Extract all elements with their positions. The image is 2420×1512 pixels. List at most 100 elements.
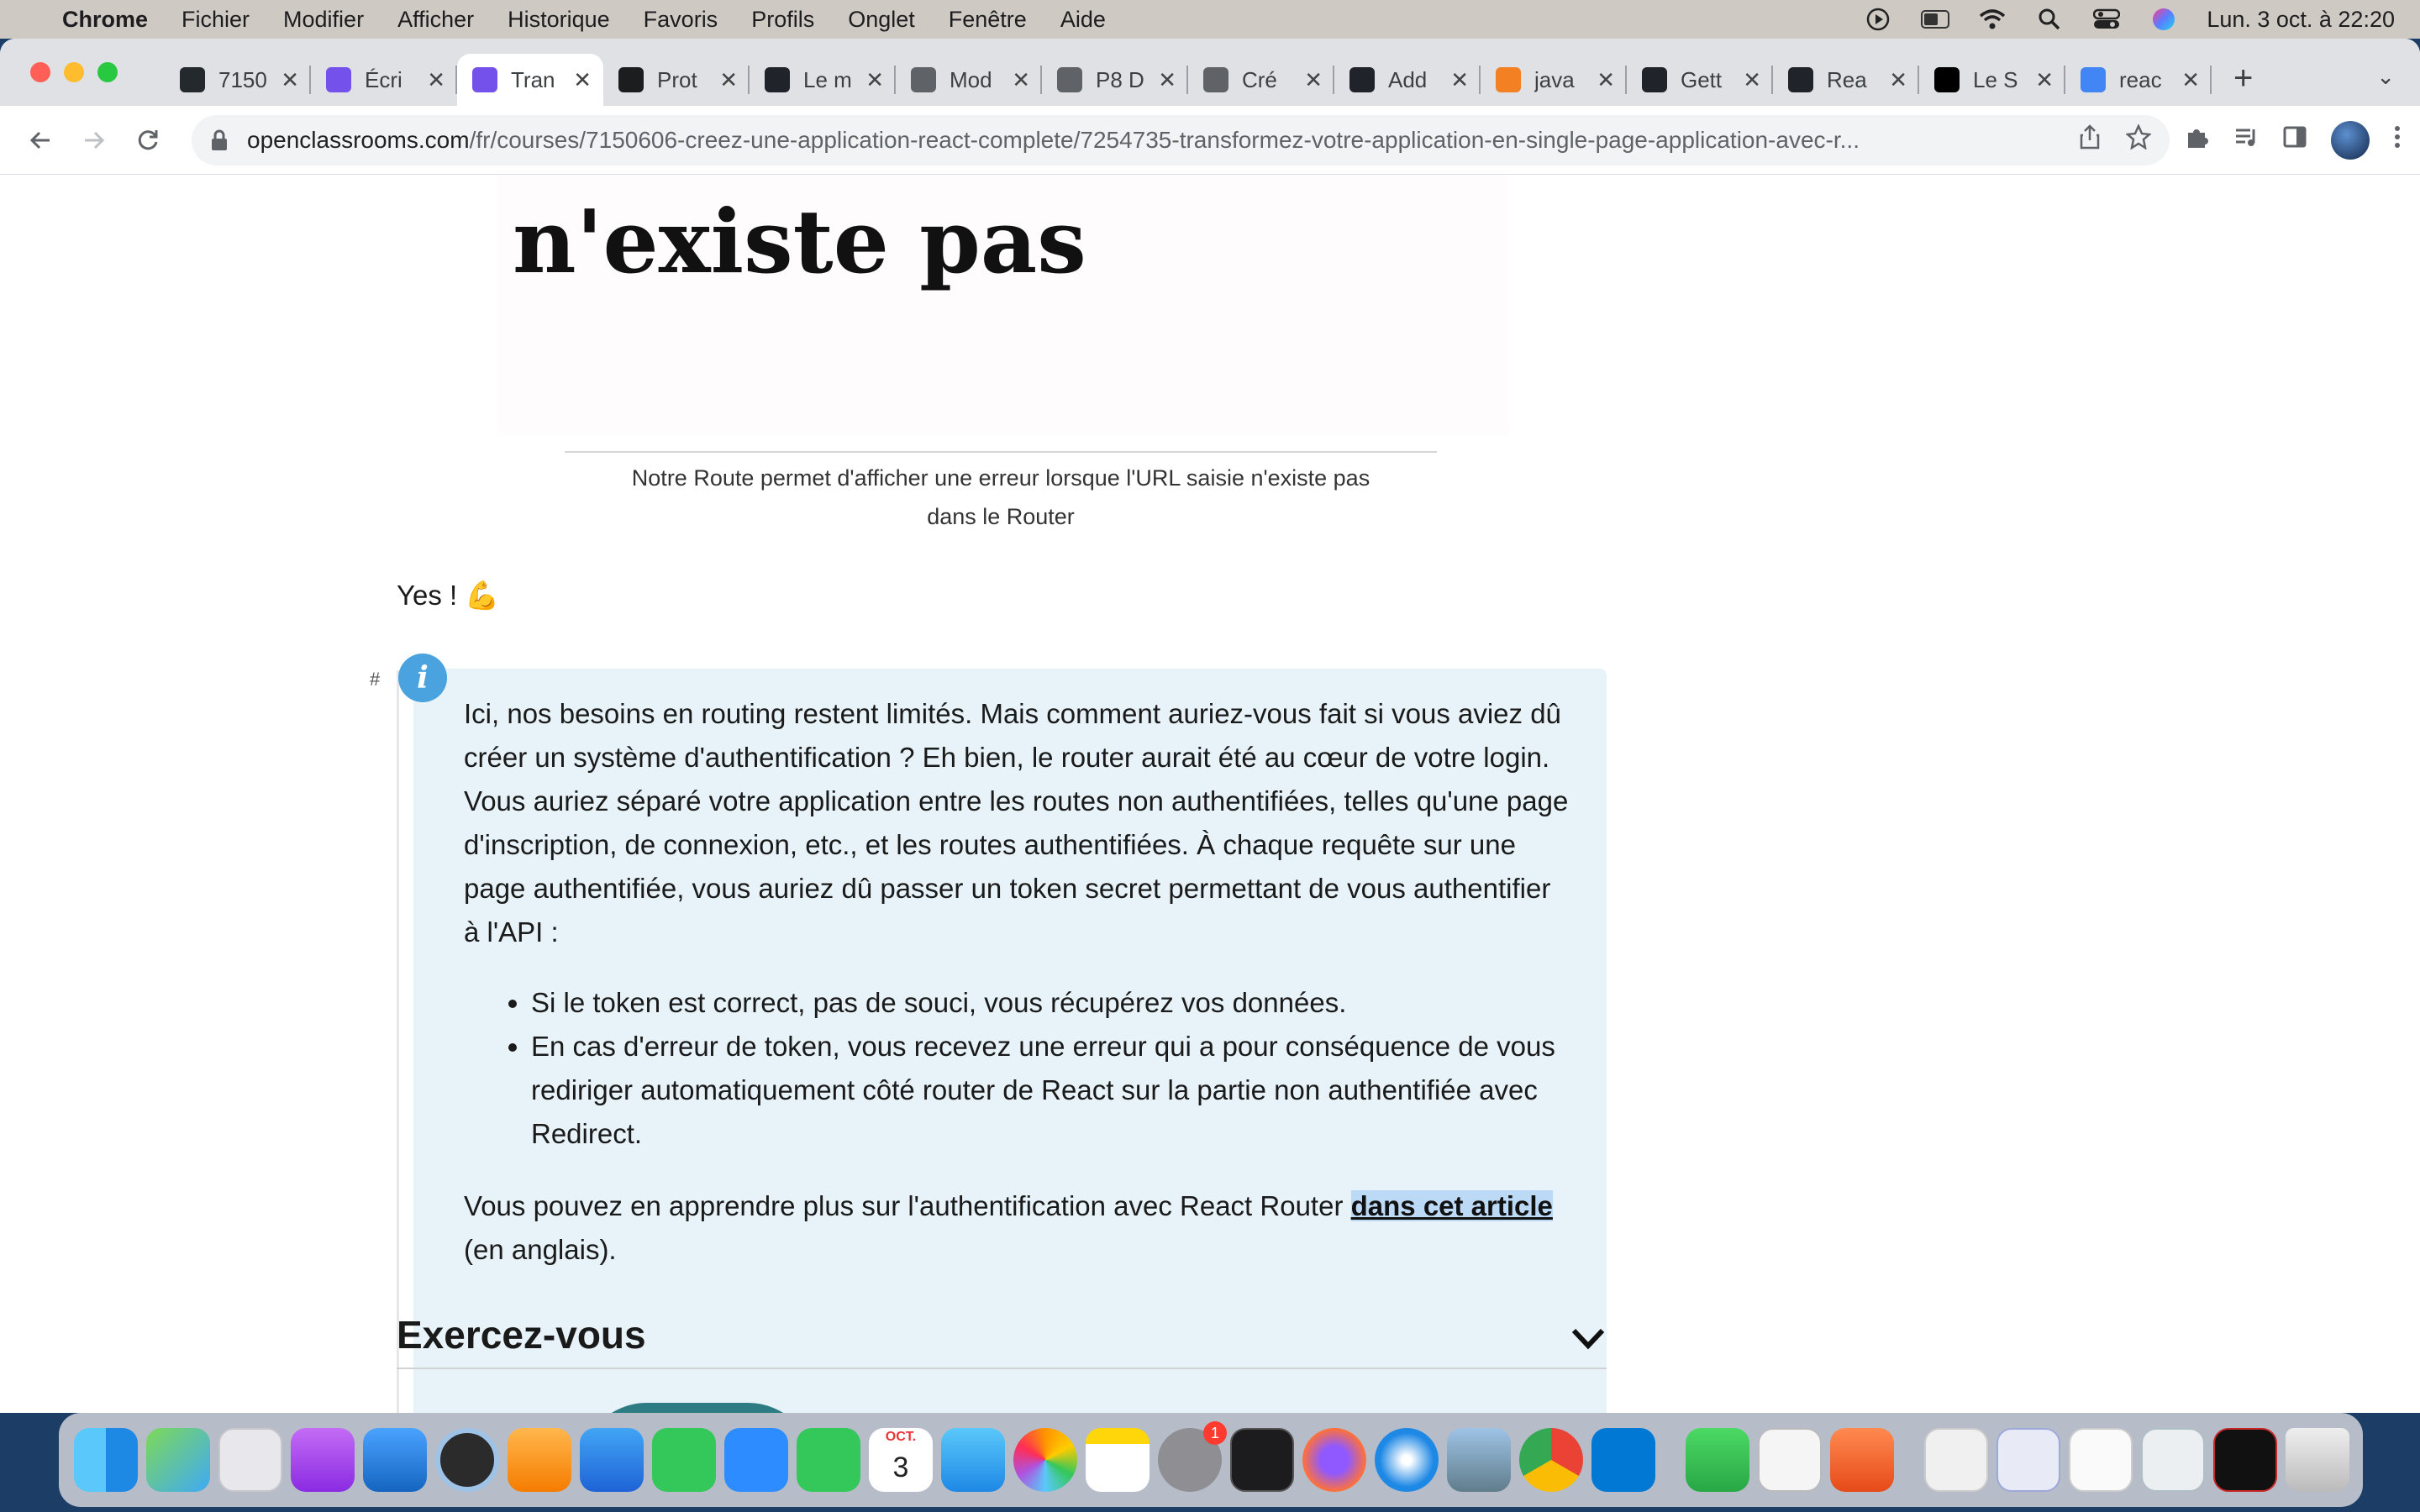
notes-icon[interactable] <box>1086 1428 1150 1492</box>
system-preferences-icon[interactable]: 1 <box>1158 1421 1227 1492</box>
browser-tab[interactable]: Le S ✕ <box>1919 54 2065 106</box>
close-tab-icon[interactable]: ✕ <box>281 67 299 93</box>
textedit-icon[interactable] <box>1758 1428 1822 1492</box>
pages-icon[interactable] <box>508 1428 571 1492</box>
facetime-icon[interactable] <box>652 1428 716 1492</box>
browser-tab[interactable]: Rea ✕ <box>1773 54 1919 106</box>
chevron-down-icon[interactable] <box>1570 1326 1607 1352</box>
media-queue-icon[interactable] <box>2233 124 2259 156</box>
extensions-puzzle-icon[interactable] <box>2185 124 2210 156</box>
browser-tab[interactable]: Add ✕ <box>1334 54 1481 106</box>
address-bar[interactable]: openclassrooms.com/fr/courses/7150606-cr… <box>192 114 2170 165</box>
keynote-icon[interactable] <box>363 1428 427 1492</box>
browser-tab[interactable]: Mod ✕ <box>896 54 1042 106</box>
close-tab-icon[interactable]: ✕ <box>427 67 445 93</box>
zoom-icon[interactable] <box>724 1428 788 1492</box>
close-tab-icon[interactable]: ✕ <box>1889 67 1907 93</box>
trash-icon[interactable] <box>2286 1428 2349 1492</box>
back-button[interactable] <box>18 118 62 162</box>
menu-item-fenetre[interactable]: Fenêtre <box>949 7 1027 33</box>
menu-item-afficher[interactable]: Afficher <box>397 7 474 33</box>
profile-avatar[interactable] <box>2331 120 2370 160</box>
menu-item-favoris[interactable]: Favoris <box>644 7 718 33</box>
close-tab-icon[interactable]: ✕ <box>865 67 884 93</box>
minimized-window-4[interactable] <box>2141 1428 2205 1492</box>
reload-button[interactable] <box>126 118 170 162</box>
new-tab-button[interactable]: + <box>2233 60 2253 97</box>
calendar-icon[interactable]: OCT. 3 <box>869 1428 933 1492</box>
close-tab-icon[interactable]: ✕ <box>1304 67 1323 93</box>
chrome-menu-kebab-icon[interactable] <box>2393 124 2402 156</box>
fullscreen-window-button[interactable] <box>97 62 118 82</box>
menu-item-aide[interactable]: Aide <box>1060 7 1106 33</box>
preview-icon[interactable] <box>1447 1428 1511 1492</box>
sketch-pen-icon[interactable] <box>1830 1428 1894 1492</box>
close-tab-icon[interactable]: ✕ <box>1450 67 1469 93</box>
lock-icon[interactable] <box>210 129 232 151</box>
quicktime-icon[interactable] <box>435 1428 499 1492</box>
photos-icon[interactable] <box>1013 1428 1077 1492</box>
battery-icon[interactable] <box>1921 8 1950 30</box>
close-tab-icon[interactable]: ✕ <box>1158 67 1176 93</box>
launchpad-icon[interactable] <box>218 1428 282 1492</box>
finder-icon[interactable] <box>74 1428 138 1492</box>
firefox-icon[interactable] <box>1302 1428 1366 1492</box>
browser-tab[interactable]: 7150 ✕ <box>165 54 311 106</box>
close-tab-icon[interactable]: ✕ <box>719 67 738 93</box>
menu-item-modifier[interactable]: Modifier <box>283 7 364 33</box>
close-tab-icon[interactable]: ✕ <box>1012 67 1030 93</box>
minimized-window-5[interactable] <box>2213 1428 2277 1492</box>
close-tab-icon[interactable]: ✕ <box>1597 67 1615 93</box>
minimized-window-2[interactable] <box>1996 1428 2060 1492</box>
app-store-icon[interactable] <box>580 1428 644 1492</box>
browser-tab[interactable]: reac ✕ <box>2065 54 2212 106</box>
close-tab-icon[interactable]: ✕ <box>573 67 592 93</box>
menu-item-historique[interactable]: Historique <box>508 7 610 33</box>
wifi-icon[interactable] <box>1978 8 2007 30</box>
close-tab-icon[interactable]: ✕ <box>2035 67 2054 93</box>
react-icon <box>1642 67 1667 92</box>
minimize-window-button[interactable] <box>64 62 84 82</box>
control-center-icon[interactable] <box>2092 8 2121 30</box>
safari-icon[interactable] <box>1375 1428 1439 1492</box>
browser-tab[interactable]: java ✕ <box>1481 54 1627 106</box>
spotlight-search-icon[interactable] <box>2035 8 2064 30</box>
section-heading-exercez-vous[interactable]: Exercez-vous <box>397 1312 646 1357</box>
podcasts-icon[interactable] <box>291 1428 355 1492</box>
forward-button[interactable] <box>72 118 116 162</box>
browser-tab[interactable]: Le m ✕ <box>750 54 896 106</box>
menu-item-fichier[interactable]: Fichier <box>182 7 250 33</box>
minimized-window-3[interactable] <box>2069 1428 2133 1492</box>
browser-tab[interactable]: Gett ✕ <box>1627 54 1773 106</box>
vscode-icon[interactable] <box>1591 1428 1655 1492</box>
browser-tab[interactable]: Cré ✕ <box>1188 54 1334 106</box>
media-play-icon[interactable] <box>1864 8 1892 31</box>
close-tab-icon[interactable]: ✕ <box>2181 67 2200 93</box>
mail-icon[interactable] <box>941 1428 1005 1492</box>
anchor-hash-link[interactable]: # <box>370 669 380 690</box>
close-tab-icon[interactable]: ✕ <box>1743 67 1761 93</box>
minimized-window-1[interactable] <box>1924 1428 1988 1492</box>
messages-icon[interactable] <box>797 1428 860 1492</box>
menu-app-name[interactable]: Chrome <box>62 7 148 33</box>
close-window-button[interactable] <box>30 62 50 82</box>
side-panel-icon[interactable] <box>2282 124 2307 156</box>
menubar-clock[interactable]: Lun. 3 oct. à 22:20 <box>2207 7 2395 33</box>
menu-item-onglet[interactable]: Onglet <box>848 7 915 33</box>
browser-tab[interactable]: Écri ✕ <box>311 54 457 106</box>
browser-tab[interactable]: Tran ✕ <box>457 54 603 106</box>
siri-icon[interactable] <box>2149 8 2178 30</box>
menu-item-profils[interactable]: Profils <box>751 7 814 33</box>
figure-divider <box>565 451 1437 453</box>
browser-tab[interactable]: Prot ✕ <box>603 54 750 106</box>
maps-icon[interactable] <box>146 1428 210 1492</box>
article-link[interactable]: dans cet article <box>1350 1190 1553 1221</box>
tab-search-chevron-icon[interactable]: ⌄ <box>2376 64 2395 90</box>
browser-tab[interactable]: P8 D ✕ <box>1042 54 1188 106</box>
numbers-icon[interactable] <box>1686 1428 1749 1492</box>
chrome-icon[interactable] <box>1519 1428 1583 1492</box>
url-text[interactable]: openclassrooms.com/fr/courses/7150606-cr… <box>247 127 2062 154</box>
share-icon[interactable] <box>2079 123 2101 156</box>
terminal-icon[interactable] <box>1230 1428 1294 1492</box>
bookmark-star-icon[interactable] <box>2125 123 2152 156</box>
